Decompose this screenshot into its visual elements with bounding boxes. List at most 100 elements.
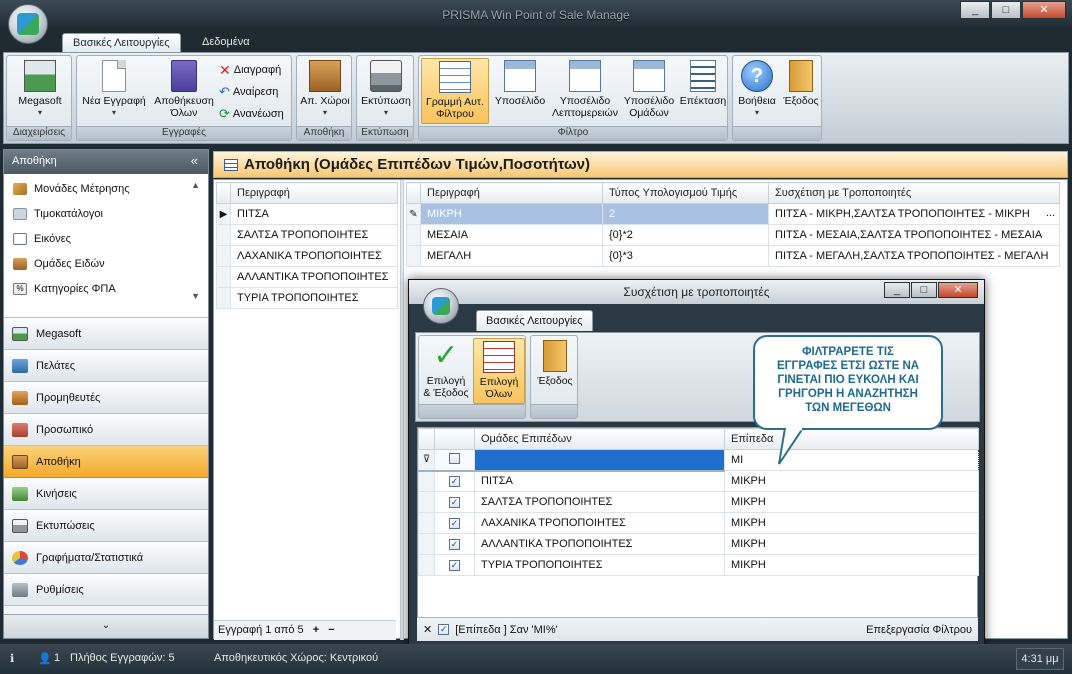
nav-button-staff[interactable]: Προσωπικό <box>4 414 208 446</box>
dialog-maximize-button[interactable]: □ <box>911 282 937 298</box>
table-cell[interactable]: 2 <box>602 203 769 225</box>
column-header-levels[interactable]: Επίπεδα <box>724 428 979 450</box>
table-cell[interactable]: ΜΕΓΑΛΗ <box>420 245 603 267</box>
nav-button-movements[interactable]: Κινήσεις <box>4 478 208 510</box>
table-row[interactable]: ✓ ΑΛΛΑΝΤΙΚΑ ΤΡΟΠΟΠΟΙΗΤΕΣ ΜΙΚΡΗ <box>418 533 979 555</box>
table-cell[interactable]: ΤΥΡΙΑ ΤΡΟΠΟΠΟΙΗΤΕΣ <box>230 287 398 309</box>
table-row[interactable]: ✓ ΠΙΤΣΑ ΜΙΚΡΗ <box>418 470 979 492</box>
table-cell[interactable]: ΠΙΤΣΑ - ΜΕΓΑΛΗ,ΣΑΛΤΣΑ ΤΡΟΠΟΠΟΙΗΤΕΣ - ΜΕΓ… <box>768 245 1060 267</box>
column-header-level-groups[interactable]: Ομάδες Επιπέδων <box>474 428 725 450</box>
footer-button[interactable]: Υποσέλιδο <box>491 58 549 107</box>
table-cell[interactable]: ΣΑΛΤΣΑ ΤΡΟΠΟΠΟΙΗΤΕΣ <box>474 491 725 513</box>
table-row[interactable]: ΑΛΛΑΝΤΙΚΑ ΤΡΟΠΟΠΟΙΗΤΕΣ <box>216 266 398 288</box>
row-checkbox[interactable]: ✓ <box>449 497 460 508</box>
table-row[interactable]: ΜΕΣΑΙΑ {0}*2 ΠΙΤΣΑ - ΜΕΣΑΙΑ,ΣΑΛΤΣΑ ΤΡΟΠΟ… <box>406 224 1060 246</box>
refresh-button[interactable]: ⟳ Ανανέωση <box>219 104 284 124</box>
filter-enabled-checkbox[interactable]: ✓ <box>438 624 450 635</box>
table-cell[interactable]: {0}*2 <box>602 224 769 246</box>
nav-button-megasoft[interactable]: Megasoft <box>4 318 208 350</box>
nav-footer[interactable]: ⌄ <box>4 614 208 638</box>
scroll-up-icon[interactable]: ▲ <box>191 180 200 190</box>
new-record-button[interactable]: Νέα Εγγραφή ▾ <box>79 58 149 119</box>
save-all-button[interactable]: Αποθήκευση Όλων <box>151 58 217 119</box>
dialog-tab-basic-functions[interactable]: Βασικές Λειτουργίες <box>476 310 593 331</box>
nav-sub-item-item-groups[interactable]: Ομάδες Ειδών <box>4 251 208 276</box>
table-cell[interactable]: ΠΙΤΣΑ <box>230 203 398 225</box>
table-row[interactable]: ΤΥΡΙΑ ΤΡΟΠΟΠΟΙΗΤΕΣ <box>216 287 398 309</box>
dialog-minimize-button[interactable]: _ <box>884 282 910 298</box>
print-button[interactable]: Εκτύπωση ▾ <box>359 58 413 119</box>
table-row[interactable]: ✎ ΜΙΚΡΗ 2 ΠΙΤΣΑ - ΜΙΚΡΗ,ΣΑΛΤΣΑ ΤΡΟΠΟΠΟΙΗ… <box>406 203 1060 225</box>
delete-button[interactable]: ✕ Διαγραφή <box>219 60 281 80</box>
checkbox-cell[interactable]: ✓ <box>434 512 475 534</box>
table-cell[interactable]: ΠΙΤΣΑ <box>474 470 725 492</box>
table-row[interactable]: ΣΑΛΤΣΑ ΤΡΟΠΟΠΟΙΗΤΕΣ <box>216 224 398 246</box>
tab-basic-functions[interactable]: Βασικές Λειτουργίες <box>62 33 181 52</box>
filter-input-levels[interactable]: ΜΙ <box>724 449 979 471</box>
table-cell[interactable]: ΠΙΤΣΑ - ΜΕΣΑΙΑ,ΣΑΛΤΣΑ ΤΡΟΠΟΠΟΙΗΤΕΣ - ΜΕΣ… <box>768 224 1060 246</box>
dialog-close-button[interactable]: ✕ <box>938 282 978 298</box>
nav-sub-item-units[interactable]: Μονάδες Μέτρησης <box>4 176 208 201</box>
select-all-button[interactable]: Επιλογή Όλων <box>473 338 525 404</box>
column-header-description[interactable]: Περιγραφή <box>230 182 398 204</box>
undo-button[interactable]: ↶ Αναίρεση <box>219 82 278 102</box>
dialog-exit-button[interactable]: Έξοδος <box>534 338 576 387</box>
table-cell[interactable]: ΜΙΚΡΗ <box>724 512 979 534</box>
auto-filter-row-button[interactable]: Γραμμή Αυτ. Φίλτρου <box>421 58 489 124</box>
table-cell[interactable]: ΜΕΣΑΙΑ <box>420 224 603 246</box>
tab-data[interactable]: Δεδομένα <box>192 33 260 52</box>
dialog-menu-button[interactable] <box>423 288 459 324</box>
filter-cell-level-groups[interactable] <box>474 449 725 472</box>
row-checkbox[interactable]: ✓ <box>449 476 460 488</box>
groups-footer-button[interactable]: Υποσέλιδο Ομάδων <box>619 58 679 119</box>
table-cell[interactable]: ΛΑΧΑΝΙΚΑ ΤΡΟΠΟΠΟΙΗΤΕΣ <box>474 512 725 534</box>
filter-checkbox[interactable] <box>449 452 460 464</box>
table-cell[interactable]: ΣΑΛΤΣΑ ΤΡΟΠΟΠΟΙΗΤΕΣ <box>230 224 398 246</box>
nav-button-charts[interactable]: Γραφήματα/Στατιστικά <box>4 542 208 574</box>
table-cell[interactable]: ΤΥΡΙΑ ΤΡΟΠΟΠΟΙΗΤΕΣ <box>474 554 725 576</box>
table-cell[interactable]: ΜΙΚΡΗ <box>724 491 979 513</box>
table-row[interactable]: ▶ ΠΙΤΣΑ <box>216 203 398 225</box>
nav-sub-item-images[interactable]: Εικόνες <box>4 226 208 251</box>
modifiers-cell[interactable]: ΠΙΤΣΑ - ΜΙΚΡΗ,ΣΑΛΤΣΑ ΤΡΟΠΟΠΟΙΗΤΕΣ - ΜΙΚΡ… <box>768 203 1060 225</box>
megasoft-button[interactable]: Megasoft ▾ <box>11 58 69 119</box>
checkbox-cell[interactable]: ✓ <box>434 491 475 513</box>
table-cell[interactable]: {0}*3 <box>602 245 769 267</box>
warehouse-spaces-button[interactable]: Απ. Χώροι ▾ <box>299 58 351 119</box>
close-button[interactable]: ✕ <box>1022 1 1066 19</box>
nav-sub-item-vat[interactable]: % Κατηγορίες ΦΠΑ <box>4 276 208 301</box>
nav-button-warehouse[interactable]: Αποθήκη <box>4 446 208 478</box>
column-header-price-type[interactable]: Τύπος Υπολογισμού Τιμής <box>602 182 769 204</box>
maximize-button[interactable]: □ <box>991 1 1021 19</box>
ellipsis-button[interactable]: ... <box>1046 207 1055 219</box>
row-checkbox[interactable]: ✓ <box>449 539 460 550</box>
column-header-modifiers[interactable]: Συσχέτιση με Τροποποιητές <box>768 182 1060 204</box>
clear-filter-icon[interactable]: ✕ <box>423 623 432 636</box>
checkbox-cell[interactable]: ✓ <box>434 470 475 492</box>
table-row[interactable]: ΛΑΧΑΝΙΚΑ ΤΡΟΠΟΠΟΙΗΤΕΣ <box>216 245 398 267</box>
collapse-icon[interactable]: « <box>191 153 198 168</box>
nav-button-settings[interactable]: Ρυθμίσεις <box>4 574 208 606</box>
nav-button-customers[interactable]: Πελάτες <box>4 350 208 382</box>
nav-sub-item-pricelists[interactable]: Τιμοκατάλογοι <box>4 201 208 226</box>
nav-button-suppliers[interactable]: Προμηθευτές <box>4 382 208 414</box>
table-row[interactable]: ✓ ΤΥΡΙΑ ΤΡΟΠΟΠΟΙΗΤΕΣ ΜΙΚΡΗ <box>418 554 979 576</box>
add-record-icon[interactable]: + <box>313 624 319 636</box>
row-checkbox[interactable]: ✓ <box>449 560 460 571</box>
select-exit-button[interactable]: ✓ Επιλογή & Έξοδος <box>421 338 471 400</box>
checkbox-cell[interactable]: ✓ <box>434 554 475 576</box>
expand-button[interactable]: Επέκταση <box>679 58 727 107</box>
column-header-description[interactable]: Περιγραφή <box>420 182 603 204</box>
table-cell[interactable]: ΜΙΚΡΗ <box>724 470 979 492</box>
table-row[interactable]: ✓ ΣΑΛΤΣΑ ΤΡΟΠΟΠΟΙΗΤΕΣ ΜΙΚΡΗ <box>418 491 979 513</box>
table-cell[interactable]: ΜΙΚΡΗ <box>724 554 979 576</box>
table-cell[interactable]: ΑΛΛΑΝΤΙΚΑ ΤΡΟΠΟΠΟΙΗΤΕΣ <box>474 533 725 555</box>
exit-button[interactable]: Έξοδος <box>781 58 821 107</box>
table-cell[interactable]: ΑΛΛΑΝΤΙΚΑ ΤΡΟΠΟΠΟΙΗΤΕΣ <box>230 266 398 288</box>
edit-filter-link[interactable]: Επεξεργασία Φίλτρου <box>866 624 972 636</box>
table-cell[interactable]: ΜΙΚΡΗ <box>420 203 603 225</box>
row-checkbox[interactable]: ✓ <box>449 518 460 529</box>
details-footer-button[interactable]: Υποσέλιδο Λεπτομερειών <box>551 58 619 119</box>
help-button[interactable]: ? Βοήθεια ▾ <box>735 58 779 119</box>
table-row[interactable]: ✓ ΛΑΧΑΝΙΚΑ ΤΡΟΠΟΠΟΙΗΤΕΣ ΜΙΚΡΗ <box>418 512 979 534</box>
